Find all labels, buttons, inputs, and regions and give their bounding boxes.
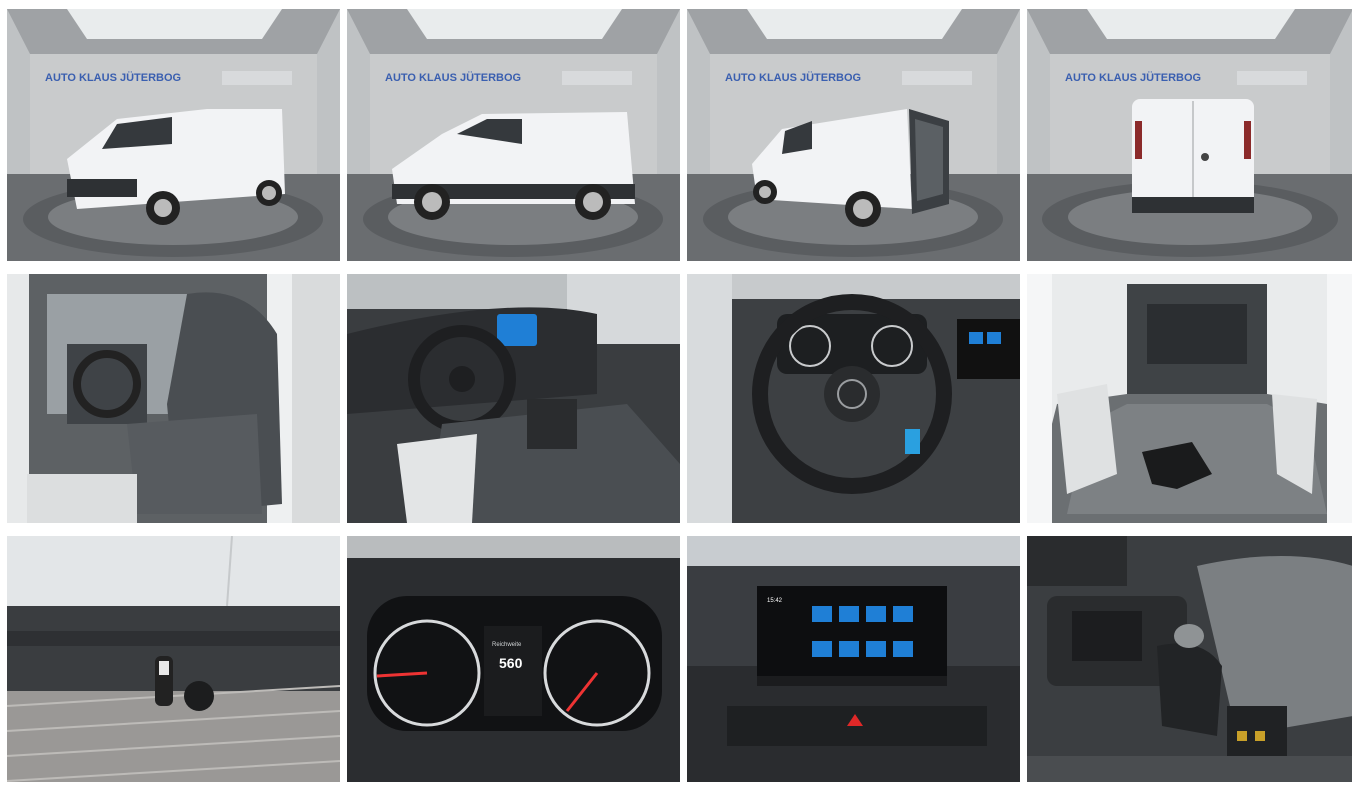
photo-exterior-front-left[interactable]: AUTO KLAUS JÜTERBOG <box>7 9 340 261</box>
photo-exterior-side-left[interactable]: AUTO KLAUS JÜTERBOG <box>347 9 680 261</box>
photo-gear-shifter[interactable] <box>1027 536 1352 782</box>
showroom-sign: AUTO KLAUS JÜTERBOG <box>385 71 521 84</box>
photo-instrument-cluster[interactable]: Reichweite 560 <box>347 536 680 782</box>
photo-gallery: AUTO KLAUS JÜTERBOG AUTO KLAUS JÜTERBOG <box>7 9 1352 785</box>
photo-interior-steering-wheel[interactable] <box>687 274 1020 523</box>
photo-exterior-rear[interactable]: AUTO KLAUS JÜTERBOG <box>1027 9 1352 261</box>
photo-infotainment-screen[interactable]: 15:42 <box>687 536 1020 782</box>
photo-interior-dashboard[interactable] <box>347 274 680 523</box>
showroom-sign: AUTO KLAUS JÜTERBOG <box>725 71 861 84</box>
photo-cargo-area[interactable] <box>1027 274 1352 523</box>
photo-exterior-rear-left-open-door[interactable]: AUTO KLAUS JÜTERBOG <box>687 9 1020 261</box>
photo-tow-hitch[interactable] <box>7 536 340 782</box>
showroom-sign: AUTO KLAUS JÜTERBOG <box>45 71 181 84</box>
photo-interior-front-seats[interactable] <box>7 274 340 523</box>
screen-clock: 15:42 <box>767 598 783 604</box>
cluster-range-value: 560 <box>499 655 523 671</box>
cluster-display-label: Reichweite <box>492 642 522 648</box>
showroom-sign: AUTO KLAUS JÜTERBOG <box>1065 71 1201 84</box>
